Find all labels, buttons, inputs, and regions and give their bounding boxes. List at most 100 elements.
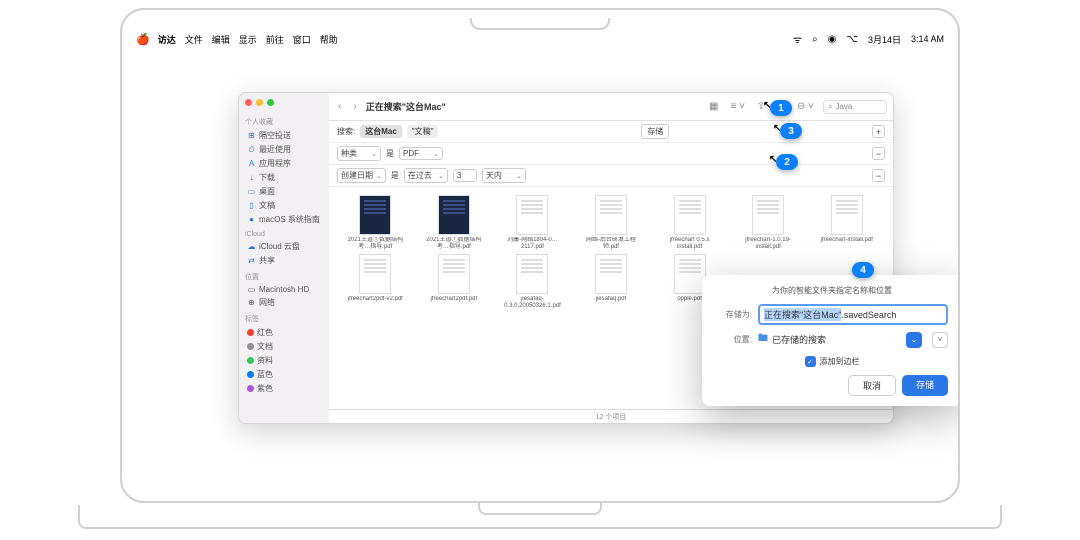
sidebar-item-label: 隔空投送: [259, 130, 291, 141]
sidebar-section-favorites: 个人收藏: [245, 117, 323, 127]
scope-tab-documents[interactable]: "文稿": [407, 125, 439, 138]
menubar: 🍎 访达 文件 编辑 显示 前往 窗口 帮助 ᯤ ⌕ ◉ ⌥ 3月14日 3:1…: [122, 30, 958, 48]
sidebar-item-label: Macintosh HD: [259, 285, 309, 294]
cursor-icon: ↖: [769, 154, 777, 165]
sidebar-item-label: 桌面: [259, 186, 275, 197]
control-center-icon[interactable]: ⌥: [846, 34, 858, 45]
sidebar-item-recents[interactable]: ⏲最近使用: [245, 143, 323, 156]
file-name: jfreechart 0.5.x install.pdf: [659, 237, 721, 250]
sidebar-item-label: 文稿: [259, 200, 275, 211]
desktop-icon: ▭: [247, 187, 256, 196]
app-name[interactable]: 访达: [158, 33, 176, 46]
menu-help[interactable]: 帮助: [320, 33, 338, 46]
sidebar-tag-purple[interactable]: 紫色: [245, 382, 323, 395]
file-item[interactable]: 2021王道①数据结构考…指导.pdf: [337, 195, 414, 250]
criteria-unit-select[interactable]: 天内 ⌄: [482, 168, 526, 183]
laptop-screen: 🍎 访达 文件 编辑 显示 前往 窗口 帮助 ᯤ ⌕ ◉ ⌥ 3月14日 3:1…: [120, 8, 960, 503]
menu-view[interactable]: 显示: [239, 33, 257, 46]
search-icon[interactable]: ⌕: [812, 34, 818, 45]
sidebar-item-downloads[interactable]: ↓下载: [245, 171, 323, 184]
sidebar-item-shared[interactable]: ⇄共享: [245, 254, 323, 267]
sidebar-tag-doc[interactable]: 文档: [245, 340, 323, 353]
remove-criteria-button[interactable]: −: [872, 169, 885, 182]
user-icon[interactable]: ◉: [828, 34, 837, 45]
menubar-date[interactable]: 3月14日: [868, 33, 901, 46]
dialog-name-input[interactable]: 正在搜索"这台Mac".savedSearch: [758, 304, 948, 325]
file-item[interactable]: 刘康-网络1804-0…2117.pdf: [494, 195, 571, 250]
criteria-is: 是: [391, 170, 399, 181]
action-button[interactable]: ⊖ ˅: [794, 99, 817, 114]
file-name: jfreechart-1.0.19-install.pdf: [737, 237, 799, 250]
add-criteria-button[interactable]: +: [872, 125, 885, 138]
magnifier-icon: ⌕: [828, 102, 832, 112]
menubar-time[interactable]: 3:14 AM: [911, 34, 944, 44]
apple-menu-icon[interactable]: 🍎: [136, 33, 150, 46]
pdf-file-icon: [674, 254, 706, 294]
file-item[interactable]: jfreechart-install.pdf: [808, 195, 885, 250]
pdf-file-icon: [752, 195, 784, 235]
sidebar-item-label: 下载: [259, 172, 275, 183]
forward-button[interactable]: ›: [350, 99, 359, 114]
sidebar-item-guide[interactable]: ●macOS 系统指南: [245, 213, 323, 226]
select-value: 天内: [486, 170, 502, 181]
file-item[interactable]: jiesafaq.pdf: [573, 254, 650, 309]
dialog-expand-button[interactable]: ˅: [932, 332, 948, 348]
sidebar-tag-red[interactable]: 红色: [245, 326, 323, 339]
file-item[interactable]: 网络-后台研发工程师.pdf: [573, 195, 650, 250]
sidebar-item-label: 最近使用: [259, 144, 291, 155]
sidebar-item-macintosh-hd[interactable]: ▭Macintosh HD: [245, 284, 323, 295]
criteria-value-select[interactable]: PDF⌄: [399, 147, 443, 160]
sidebar-item-icloud[interactable]: ☁iCloud 云盘: [245, 240, 323, 253]
dialog-where-select[interactable]: 🖿 已存储的搜索: [758, 331, 900, 348]
dialog-save-button[interactable]: 存储: [902, 375, 948, 396]
sidebar-item-applications[interactable]: A应用程序: [245, 157, 323, 170]
sidebar-item-airdrop[interactable]: ⊞隔空投送: [245, 129, 323, 142]
minimize-button[interactable]: [256, 99, 263, 106]
menu-file[interactable]: 文件: [185, 33, 203, 46]
criteria-count-field[interactable]: 3: [453, 169, 477, 182]
menu-edit[interactable]: 编辑: [212, 33, 230, 46]
chevron-down-icon: ⌄: [516, 172, 522, 180]
chevron-down-icon: ⌄: [376, 172, 382, 180]
wifi-icon[interactable]: ᯤ: [793, 32, 802, 46]
criteria-kind-select[interactable]: 种类⌄: [337, 146, 381, 161]
callout-3: ↖3: [780, 123, 802, 139]
callout-number: 1: [778, 103, 784, 114]
sidebar-item-network[interactable]: ⊕网络: [245, 296, 323, 309]
sidebar-item-documents[interactable]: ▯文稿: [245, 199, 323, 212]
airdrop-icon: ⊞: [247, 131, 256, 140]
file-item[interactable]: jfreechart2pdf.pdf: [416, 254, 493, 309]
remove-criteria-button[interactable]: −: [872, 147, 885, 160]
criteria-date-select[interactable]: 创建日期⌄: [337, 168, 386, 183]
view-icons-button[interactable]: ▦: [706, 99, 721, 114]
dialog-cancel-button[interactable]: 取消: [848, 375, 896, 396]
sidebar-item-desktop[interactable]: ▭桌面: [245, 185, 323, 198]
dialog-addsidebar-checkbox[interactable]: ✓: [805, 356, 816, 367]
criteria-within-select[interactable]: 在过去⌄: [404, 168, 448, 183]
group-button[interactable]: ≡ ˅: [727, 99, 747, 114]
select-value: 种类: [341, 148, 357, 159]
file-item[interactable]: jfreechart-1.0.19-install.pdf: [730, 195, 807, 250]
cursor-icon: ↖: [773, 123, 781, 134]
back-button[interactable]: ‹: [335, 99, 344, 114]
file-name: jfreechart2pdf.pdf: [423, 296, 485, 309]
criteria-is: 是: [386, 148, 394, 159]
dialog-where-dropdown[interactable]: ⌄: [906, 332, 922, 348]
sidebar-tag-blue[interactable]: 蓝色: [245, 368, 323, 381]
tag-dot-icon: [247, 329, 254, 336]
zoom-button[interactable]: [267, 99, 274, 106]
close-button[interactable]: [245, 99, 252, 106]
search-field[interactable]: ⌕ Java: [823, 100, 887, 114]
menu-go[interactable]: 前往: [266, 33, 284, 46]
file-item[interactable]: 2021王道①数据结构考…指导.pdf: [416, 195, 493, 250]
finder-toolbar: ‹ › 正在搜索"这台Mac" ▦ ≡ ˅ ⇪ ◇ ⊖ ˅ ⌕ Java: [329, 93, 893, 121]
file-item[interactable]: jfreechart 0.5.x install.pdf: [651, 195, 728, 250]
file-item[interactable]: jiesafaq-0.3.0.20050326.1.pdf: [494, 254, 571, 309]
cursor-icon: ↖: [763, 100, 771, 111]
scope-tab-thismac[interactable]: 这台Mac: [360, 125, 402, 138]
save-search-button[interactable]: 存储: [641, 124, 669, 139]
tag-dot-icon: [247, 385, 254, 392]
menu-window[interactable]: 窗口: [293, 33, 311, 46]
file-item[interactable]: jfreechart2pdf-v2.pdf: [337, 254, 414, 309]
sidebar-tag-data[interactable]: 资料: [245, 354, 323, 367]
